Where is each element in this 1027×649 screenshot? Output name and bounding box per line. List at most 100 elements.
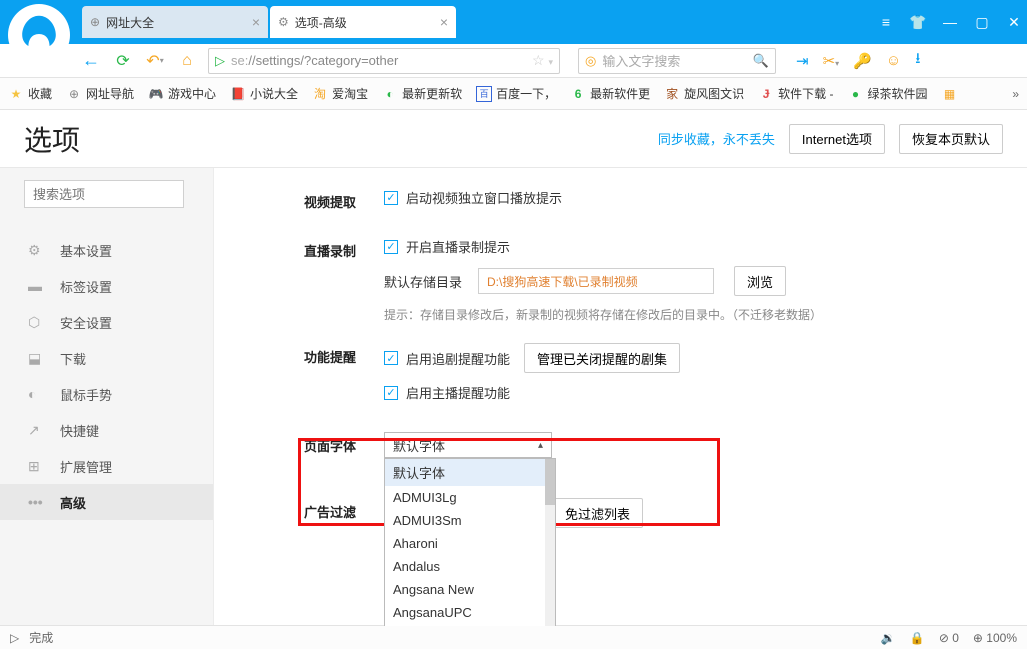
shield-icon: ▷ [215, 53, 225, 69]
internet-options-button[interactable]: Internet选项 [789, 124, 885, 154]
font-option[interactable]: AngsanaUPC [385, 601, 555, 624]
checkbox-label: 启用主播提醒功能 [406, 383, 510, 402]
bookmark-label: 网址导航 [86, 85, 134, 102]
tab-0[interactable]: ⊕ 网址大全 × [82, 6, 268, 38]
bookmark-item[interactable]: ⊕网址导航 [66, 85, 134, 102]
default-dir-input[interactable] [478, 268, 714, 294]
bookmark-item[interactable]: ▦ [942, 86, 958, 102]
section-live: 直播录制 ✓开启直播录制提示 默认存储目录 浏览 提示：存储目录修改后，新录制的… [214, 237, 1027, 323]
key-icon[interactable]: 🔑 [853, 52, 872, 70]
sidebar-item-label: 快捷键 [60, 421, 99, 440]
section-font: 页面字体 默认字体 ▴ 默认字体 ADMUI3Lg ADMUI3Sm Aharo… [214, 432, 1027, 458]
search-box[interactable]: ◎ 输入文字搜索 🔍 [578, 48, 776, 74]
sidebar-item-mouse[interactable]: ◐ 鼠标手势 [0, 376, 213, 412]
bookmark-label: 小说大全 [250, 85, 298, 102]
monitor-icon: ▬ [28, 278, 46, 294]
sidebar-item-download[interactable]: ⬓下载 [0, 340, 213, 376]
page-header: 选项 同步收藏，永不丢失 Internet选项 恢复本页默认 [0, 110, 1027, 168]
statusbar: ▷ 完成 🔉 🔒 ⊘ 0 ⊕ 100% [0, 625, 1027, 649]
close-icon[interactable]: × [252, 14, 260, 30]
sidebar-item-extension[interactable]: ⊞扩展管理 [0, 448, 213, 484]
bookmark-item[interactable]: 淘爱淘宝 [312, 85, 368, 102]
sidebar-item-label: 安全设置 [60, 313, 112, 332]
bookmark-item[interactable]: 6最新软件更 [570, 85, 650, 102]
section-label: 广告过滤 [304, 498, 384, 521]
dir-label: 默认存储目录 [384, 272, 462, 291]
star-icon[interactable]: ☆ ▾ [532, 52, 553, 69]
sidebar-item-basic[interactable]: ⚙基本设置 [0, 232, 213, 268]
undo-button[interactable]: ↶▾ [144, 50, 166, 72]
checkbox[interactable]: ✓ [384, 386, 398, 400]
book-icon: 📕 [230, 86, 246, 102]
download-icon[interactable]: ⭳ [915, 48, 920, 73]
face-icon[interactable]: ☺ [886, 52, 901, 69]
sidebar-item-shortcut[interactable]: ↗快捷键 [0, 412, 213, 448]
blocked-badge[interactable]: ⊘ 0 [939, 631, 959, 645]
section-label: 直播录制 [304, 237, 384, 260]
bookmark-label: 游戏中心 [168, 85, 216, 102]
checkbox[interactable]: ✓ [384, 351, 398, 365]
sidebar-item-label: 高级 [60, 493, 86, 512]
minimize-icon[interactable]: ― [941, 14, 959, 30]
login-icon[interactable]: ⇥ [796, 52, 809, 70]
search-options-input[interactable] [24, 180, 184, 208]
address-bar[interactable]: ▷ se://settings/?category=other ☆ ▾ [208, 48, 560, 74]
play-icon[interactable]: ▷ [10, 631, 19, 645]
bookmark-fav[interactable]: ★收藏 [8, 85, 52, 102]
checkbox[interactable]: ✓ [384, 240, 398, 254]
font-option[interactable]: 默认字体 [385, 459, 555, 486]
bookmark-item[interactable]: 📕小说大全 [230, 85, 298, 102]
menu-icon[interactable]: ≡ [877, 14, 895, 30]
bookmark-label: 旋风图文识 [684, 85, 744, 102]
tab-1[interactable]: ⚙ 选项-高级 × [270, 6, 456, 38]
font-option[interactable]: ADMUI3Lg [385, 486, 555, 509]
sidebar-item-tabs[interactable]: ▬标签设置 [0, 268, 213, 304]
lock-icon[interactable]: 🔒 [910, 631, 925, 645]
checkbox-label: 启动视频独立窗口播放提示 [406, 188, 562, 207]
font-option[interactable]: Angsana New [385, 578, 555, 601]
font-option[interactable]: Aparajita [385, 624, 555, 626]
baidu-icon: 百 [476, 86, 492, 102]
bookmark-label: 最新软件更 [590, 85, 650, 102]
sidebar-item-advanced[interactable]: ••• 高级 [0, 484, 213, 520]
checkbox[interactable]: ✓ [384, 191, 398, 205]
bookmark-item[interactable]: 家旋风图文识 [664, 85, 744, 102]
close-window-icon[interactable]: ✕ [1005, 14, 1023, 31]
dropdown-scrollbar[interactable] [545, 459, 555, 626]
sync-link[interactable]: 同步收藏，永不丢失 [658, 129, 775, 148]
zoom-control[interactable]: ⊕ 100% [973, 631, 1017, 645]
mouse-icon: ◐ [28, 386, 46, 402]
maximize-icon[interactable]: ▢ [973, 14, 991, 31]
back-button[interactable]: ← [80, 50, 102, 72]
font-select[interactable]: 默认字体 ▴ 默认字体 ADMUI3Lg ADMUI3Sm Aharoni An… [384, 432, 552, 458]
close-icon[interactable]: × [440, 14, 448, 30]
restore-defaults-button[interactable]: 恢复本页默认 [899, 124, 1003, 154]
sidebar-item-label: 鼠标手势 [60, 385, 112, 404]
six-icon: 6 [570, 86, 586, 102]
jb-icon: Ɉ [758, 86, 774, 102]
browser-logo[interactable] [8, 4, 70, 66]
sound-icon[interactable]: 🔉 [881, 631, 896, 645]
manage-drama-button[interactable]: 管理已关闭提醒的剧集 [524, 343, 680, 373]
browse-button[interactable]: 浏览 [734, 266, 786, 296]
shirt-icon[interactable]: 👕 [909, 14, 927, 31]
scissors-icon[interactable]: ✂▾ [823, 52, 840, 70]
home-button[interactable]: ⌂ [176, 50, 198, 72]
font-option[interactable]: Aharoni [385, 532, 555, 555]
download-icon: ⬓ [28, 350, 46, 367]
bookmark-item[interactable]: 百百度一下， [476, 85, 556, 102]
reload-button[interactable]: ⟳ [112, 50, 134, 72]
sidebar: ⚙基本设置 ▬标签设置 ⬡安全设置 ⬓下载 ◐ 鼠标手势 ↗快捷键 ⊞扩展管理 •… [0, 168, 214, 626]
search-icon[interactable]: 🔍 [753, 53, 769, 69]
dots-icon: ••• [28, 494, 46, 510]
bookmark-item[interactable]: ◐最新更新软 [382, 85, 462, 102]
whitelist-button[interactable]: 免过滤列表 [552, 498, 643, 528]
bookmark-item[interactable]: 🎮游戏中心 [148, 85, 216, 102]
font-option[interactable]: Andalus [385, 555, 555, 578]
bookmark-item[interactable]: Ɉ软件下载 - [758, 85, 833, 102]
font-option[interactable]: ADMUI3Sm [385, 509, 555, 532]
bookmark-overflow[interactable]: » [1012, 87, 1019, 101]
sidebar-item-security[interactable]: ⬡安全设置 [0, 304, 213, 340]
star-icon: ★ [8, 86, 24, 102]
bookmark-item[interactable]: ●绿茶软件园 [847, 85, 927, 102]
